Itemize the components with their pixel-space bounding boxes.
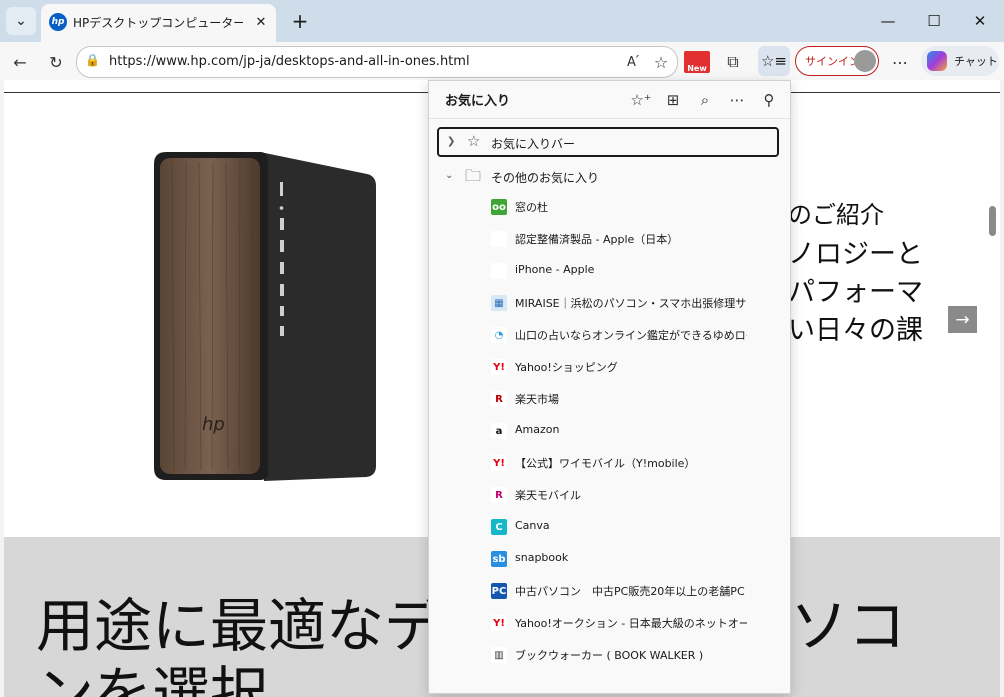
favorites-bar-label: お気に入りバー xyxy=(491,137,576,151)
copilot-chat-button[interactable]: チャット xyxy=(921,46,999,76)
carousel-next-arrow-icon[interactable]: → xyxy=(948,306,977,333)
favorite-item-label: Amazon xyxy=(515,423,560,436)
maximize-icon[interactable]: ☐ xyxy=(912,6,956,36)
favorite-item-label: 認定整備済製品 - Apple（日本） xyxy=(515,233,679,246)
signin-button[interactable]: サインイン xyxy=(795,46,879,76)
star-icon: ☆ xyxy=(467,132,481,150)
promo-text-line: い日々の課 xyxy=(788,315,923,346)
tab-strip: ⌄ hp HPデスクトップコンピューターとオールインワ ✕ + — ☐ ✕ xyxy=(0,0,1004,42)
chat-label: チャット xyxy=(954,55,998,68)
favorite-item-label: iPhone - Apple xyxy=(515,263,595,276)
close-window-icon[interactable]: ✕ xyxy=(958,6,1002,36)
favorite-item[interactable]: C Canva xyxy=(491,515,781,539)
url-text[interactable]: https://www.hp.com/jp-ja/desktops-and-al… xyxy=(109,54,470,69)
yahoo-auction-icon: Y! xyxy=(491,615,507,631)
favorite-item-label: 窓の杜 xyxy=(515,201,548,214)
favorites-title: お気に入り xyxy=(445,94,511,109)
add-favorite-star-icon[interactable]: ☆ xyxy=(647,48,675,76)
apple-icon xyxy=(491,263,507,279)
favorite-item[interactable]: Y! 【公式】ワイモバイル（Y!mobile） xyxy=(491,451,781,475)
tab-close-icon[interactable]: ✕ xyxy=(251,12,271,32)
desktop-pc-image[interactable]: hp xyxy=(152,150,378,482)
favorite-item[interactable]: 認定整備済製品 - Apple（日本） xyxy=(491,227,781,251)
miraise-icon: ▦ xyxy=(491,295,507,311)
toolbar: ← ↻ 🔒 https://www.hp.com/jp-ja/desktops-… xyxy=(0,42,1004,80)
refresh-icon[interactable]: ↻ xyxy=(42,48,70,76)
favorites-button-icon[interactable]: ☆≡ xyxy=(758,46,790,76)
bookwalker-icon: ▥ xyxy=(491,647,507,663)
favorites-bar-folder[interactable]: ❯ ☆ お気に入りバー xyxy=(437,127,779,157)
madonomori-icon: oo xyxy=(491,199,507,215)
other-favorites-label: その他のお気に入り xyxy=(491,171,600,185)
back-arrow-icon[interactable]: ← xyxy=(6,48,34,76)
chevron-right-icon[interactable]: ❯ xyxy=(447,136,455,147)
rakuten-mobile-icon: R xyxy=(491,487,507,503)
favorite-item[interactable]: R 楽天市場 xyxy=(491,387,781,411)
promo-text-line: ノロジーと xyxy=(788,239,923,270)
favorite-item-label: Yahoo!オークション - 日本最大級のネットオークション xyxy=(515,617,747,630)
folder-icon: 🗀 xyxy=(465,166,482,185)
promo-text-line: のご紹介 xyxy=(788,201,884,229)
tab-active[interactable]: hp HPデスクトップコンピューターとオールインワ ✕ xyxy=(41,4,276,42)
svg-text:hp: hp xyxy=(202,414,225,435)
ymobile-icon: Y! xyxy=(491,455,507,471)
extensions-puzzle-icon[interactable]: ⧉ xyxy=(719,48,747,76)
favorite-item[interactable]: ▦ MIRAISE｜浜松のパソコン・スマホ出張修理サポート xyxy=(491,291,781,315)
favorite-item-label: 中古パソコン 中古PC販売20年以上の老舗PC WRAP xyxy=(515,585,747,598)
favorite-item-label: Canva xyxy=(515,519,550,532)
favorite-item[interactable]: a Amazon xyxy=(491,419,781,443)
signin-label: サインイン xyxy=(805,55,860,68)
favorite-item[interactable]: iPhone - Apple xyxy=(491,259,781,283)
favorite-item[interactable]: oo 窓の杜 xyxy=(491,195,781,219)
canva-icon: C xyxy=(491,519,507,535)
yume-icon: ◔ xyxy=(491,327,507,343)
pin-icon[interactable]: ⚲ xyxy=(757,89,781,111)
favorite-item[interactable]: ◔ 山口の占いならオンライン鑑定ができるゆめログ xyxy=(491,323,781,347)
add-favorite-icon[interactable]: ☆⁺ xyxy=(629,89,653,111)
favorite-item[interactable]: ▥ ブックウォーカー ( BOOK WALKER ) xyxy=(491,643,781,667)
rakuten-icon: R xyxy=(491,391,507,407)
copilot-icon xyxy=(927,51,947,71)
favorite-item-label: MIRAISE｜浜松のパソコン・スマホ出張修理サポート xyxy=(515,297,747,310)
hp-logo-icon: hp xyxy=(49,13,67,31)
apple-icon xyxy=(491,231,507,247)
favorite-item-label: 【公式】ワイモバイル（Y!mobile） xyxy=(515,457,696,470)
favorite-item[interactable]: Y! Yahoo!オークション - 日本最大級のネットオークション xyxy=(491,611,781,635)
tab-title: HPデスクトップコンピューターとオールインワ xyxy=(73,16,243,30)
more-options-icon[interactable]: ⋯ xyxy=(725,89,749,111)
snapbook-icon: sb xyxy=(491,551,507,567)
other-favorites-folder[interactable]: ⌄ 🗀 その他のお気に入り xyxy=(437,163,779,189)
avatar xyxy=(854,50,876,72)
favorite-item-label: ブックウォーカー ( BOOK WALKER ) xyxy=(515,649,704,662)
page-scrollbar[interactable] xyxy=(989,206,996,236)
more-menu-icon[interactable]: ⋯ xyxy=(886,48,914,76)
lock-icon[interactable]: 🔒 xyxy=(85,53,100,67)
favorite-item-label: 楽天市場 xyxy=(515,393,559,406)
amazon-icon: a xyxy=(491,423,507,439)
pcwrap-icon: PC xyxy=(491,583,507,599)
minimize-icon[interactable]: — xyxy=(866,6,910,36)
new-tab-plus-icon[interactable]: + xyxy=(286,8,314,34)
favorite-item-label: snapbook xyxy=(515,551,569,564)
address-bar[interactable]: 🔒 https://www.hp.com/jp-ja/desktops-and-… xyxy=(76,46,678,78)
yahoo-icon: Y! xyxy=(491,359,507,375)
new-extension-badge[interactable]: New xyxy=(684,51,710,73)
favorite-item[interactable]: PC 中古パソコン 中古PC販売20年以上の老舗PC WRAP xyxy=(491,579,781,603)
chevron-down-icon[interactable]: ⌄ xyxy=(445,170,453,181)
promo-text-line: パフォーマ xyxy=(788,277,923,308)
favorite-item-label: 楽天モバイル xyxy=(515,489,581,502)
search-icon[interactable]: ⌕ xyxy=(693,89,717,111)
favorite-item-label: Yahoo!ショッピング xyxy=(515,361,618,374)
favorites-panel: お気に入り ☆⁺ ⊞ ⌕ ⋯ ⚲ ❯ ☆ お気に入りバー ⌄ 🗀 その他のお気に… xyxy=(428,80,791,694)
favorite-item-label: 山口の占いならオンライン鑑定ができるゆめログ xyxy=(515,329,747,342)
favorite-item[interactable]: Y! Yahoo!ショッピング xyxy=(491,355,781,379)
favorite-item[interactable]: R 楽天モバイル xyxy=(491,483,781,507)
favorite-item[interactable]: sb snapbook xyxy=(491,547,781,571)
add-folder-icon[interactable]: ⊞ xyxy=(661,89,685,111)
read-aloud-icon[interactable]: A՛ xyxy=(619,48,647,76)
favorites-divider xyxy=(429,118,790,119)
tab-actions-chevron-down-icon[interactable]: ⌄ xyxy=(6,7,36,35)
